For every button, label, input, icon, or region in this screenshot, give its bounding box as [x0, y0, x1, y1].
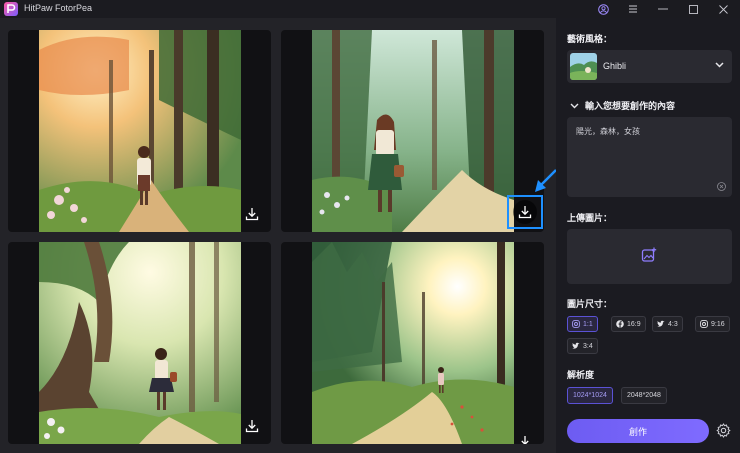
prompt-text: 陽光，森林，女孩: [576, 127, 640, 136]
resolution-option-label: 2048*2048: [627, 392, 661, 399]
forest-artwork-2: [312, 30, 514, 232]
account-button[interactable]: [588, 0, 618, 18]
generated-image-2[interactable]: [281, 30, 544, 232]
ratio-label: 1:1: [583, 320, 593, 328]
maximize-button[interactable]: [678, 0, 708, 18]
ghibli-style-thumbnail: [570, 53, 597, 80]
generated-image-4[interactable]: [281, 242, 544, 444]
forest-artwork-3: [39, 242, 241, 444]
twitter-icon: [572, 342, 580, 349]
chevron-down-icon: [715, 62, 724, 68]
prompt-section-toggle[interactable]: 輸入您想要創作的內容: [570, 99, 675, 112]
prompt-label: 輸入您想要創作的內容: [585, 101, 676, 111]
upload-label: 上傳圖片：: [567, 213, 613, 223]
menu-icon: [629, 5, 637, 13]
close-button[interactable]: [708, 0, 738, 18]
style-name: Ghibli: [603, 61, 627, 71]
ratio-3-4-button[interactable]: 3:4: [567, 338, 598, 354]
close-icon: [718, 4, 728, 14]
pointer-arrow-icon: [535, 169, 557, 192]
maximize-icon: [688, 4, 698, 14]
ratio-label: 16:9: [627, 320, 641, 328]
art-style-select[interactable]: Ghibli: [567, 50, 732, 83]
download-highlight-frame: [507, 195, 543, 229]
app-title: HitPaw FotorPea: [24, 3, 93, 13]
app-logo-icon: [4, 2, 18, 16]
generated-image-1[interactable]: [8, 30, 271, 232]
twitter-icon: [657, 320, 665, 327]
download-button-1[interactable]: [240, 202, 264, 226]
minimize-button[interactable]: [648, 0, 678, 18]
gear-icon[interactable]: [716, 423, 731, 438]
chevron-down-icon: [570, 103, 579, 108]
download-icon: [245, 208, 259, 221]
download-icon: [245, 420, 259, 433]
ratio-label: 3:4: [583, 342, 593, 350]
resolution-label: 解析度: [567, 370, 595, 380]
art-style-label: 藝術風格：: [567, 34, 613, 44]
instagram-icon: [572, 320, 580, 328]
user-icon: [597, 3, 609, 15]
clear-icon[interactable]: [717, 182, 726, 191]
ratio-label: 9:16: [711, 320, 725, 328]
facebook-icon: [616, 320, 624, 328]
ratio-16-9-button[interactable]: 16:9: [611, 316, 646, 332]
resolution-1024-button[interactable]: 1024*1024: [567, 387, 613, 404]
forest-artwork-4: [312, 242, 514, 444]
settings-panel: 藝術風格： Ghibli 輸入您想要創作的內容 陽光，森林，女孩 上傳圖片： 圖…: [556, 18, 740, 453]
download-button-4[interactable]: [513, 430, 537, 444]
resolution-option-label: 1024*1024: [573, 392, 607, 399]
minimize-icon: [658, 8, 668, 10]
ratio-1-1-button[interactable]: 1:1: [567, 316, 598, 332]
ratio-4-3-button[interactable]: 4:3: [652, 316, 683, 332]
title-bar: HitPaw FotorPea: [0, 0, 740, 18]
image-size-label: 圖片尺寸：: [567, 299, 613, 309]
resolution-2048-button[interactable]: 2048*2048: [621, 387, 667, 404]
ratio-label: 4:3: [668, 320, 678, 328]
add-image-icon: [641, 247, 657, 262]
instagram-icon: [700, 320, 708, 328]
generated-image-3[interactable]: [8, 242, 271, 444]
upload-image-area[interactable]: [567, 229, 732, 284]
forest-artwork-1: [39, 30, 241, 232]
download-button-3[interactable]: [240, 414, 264, 438]
image-gallery: [0, 18, 557, 453]
prompt-input[interactable]: 陽光，森林，女孩: [567, 117, 732, 197]
create-button[interactable]: 創作: [567, 419, 709, 443]
download-icon: [521, 436, 529, 444]
menu-button[interactable]: [618, 0, 648, 18]
ratio-9-16-button[interactable]: 9:16: [695, 316, 730, 332]
